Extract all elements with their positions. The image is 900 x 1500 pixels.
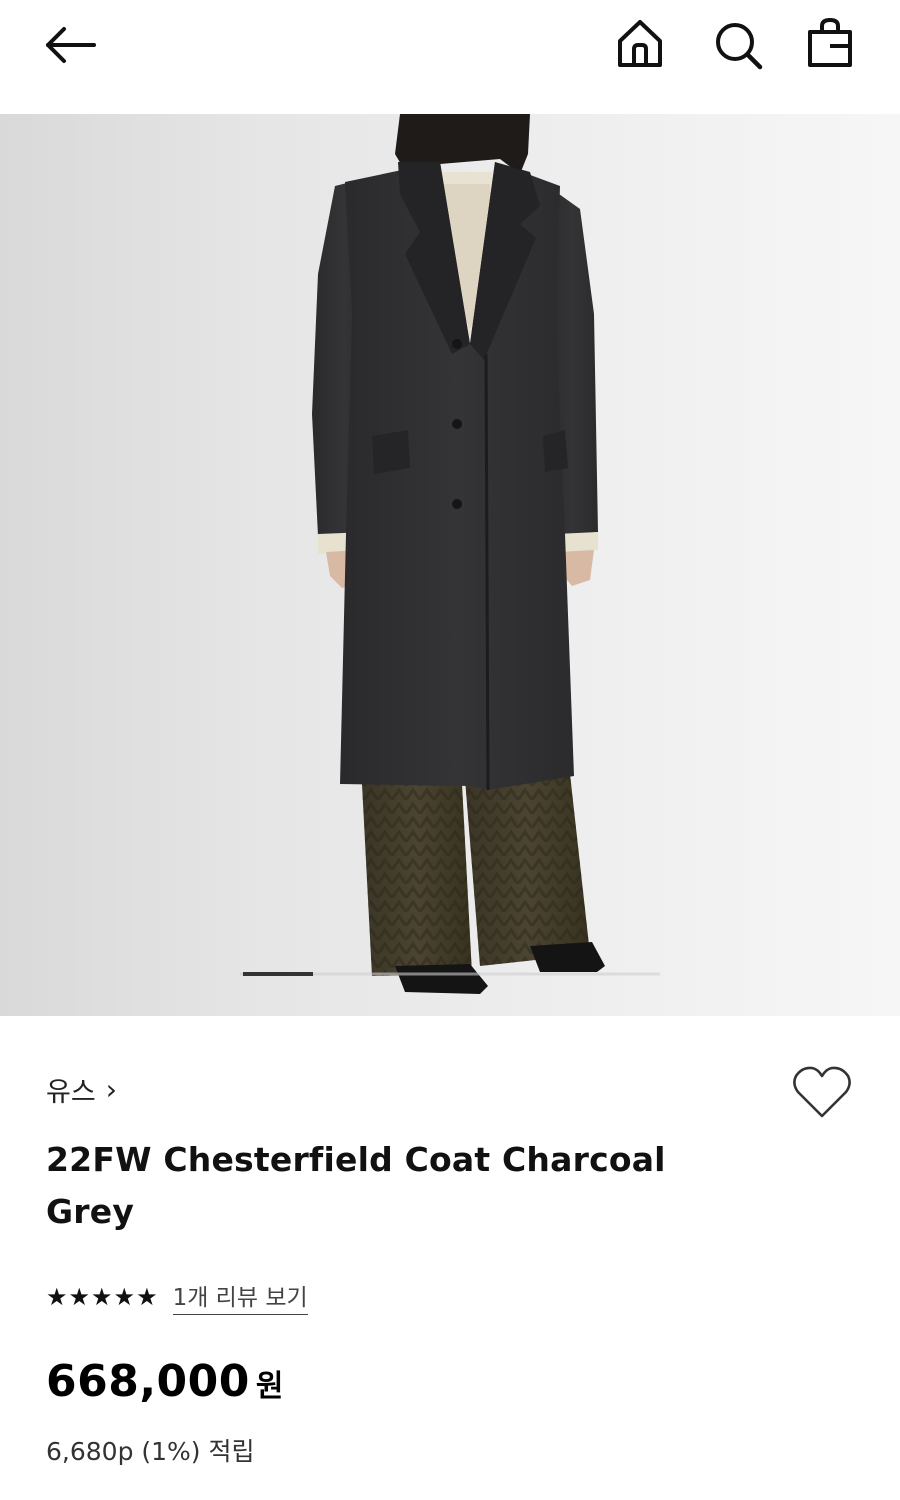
arrow-left-icon [46,27,96,63]
rating-row: ★★★★★ 1개 리뷰 보기 [46,1278,308,1315]
search-button[interactable] [708,14,768,74]
rating-stars: ★★★★★ [46,1282,159,1311]
home-icon [618,20,662,67]
brand-name: 유스 [46,1077,96,1108]
brand-link[interactable]: 유스 › [46,1070,117,1109]
price: 668,000 원 [46,1356,284,1407]
price-amount: 668,000 [46,1356,250,1407]
slide-indicator-active [243,972,313,976]
top-navigation-bar [0,0,900,114]
product-title: 22FW Chesterfield Coat Charcoal Grey [46,1140,666,1231]
cart-button[interactable] [800,14,860,74]
price-currency: 원 [255,1369,284,1404]
chevron-right-icon: › [105,1073,117,1106]
view-reviews-link[interactable]: 1개 리뷰 보기 [172,1278,308,1315]
product-image-gallery[interactable] [0,114,900,1016]
back-button[interactable] [40,14,100,74]
product-image [240,114,660,994]
home-button[interactable] [610,14,670,74]
wishlist-button[interactable] [790,1064,854,1122]
search-icon [716,23,763,70]
reward-points: 6,680p (1%) 적립 [46,1437,255,1466]
heart-icon [793,1066,851,1118]
shopping-bag-icon [808,17,852,67]
